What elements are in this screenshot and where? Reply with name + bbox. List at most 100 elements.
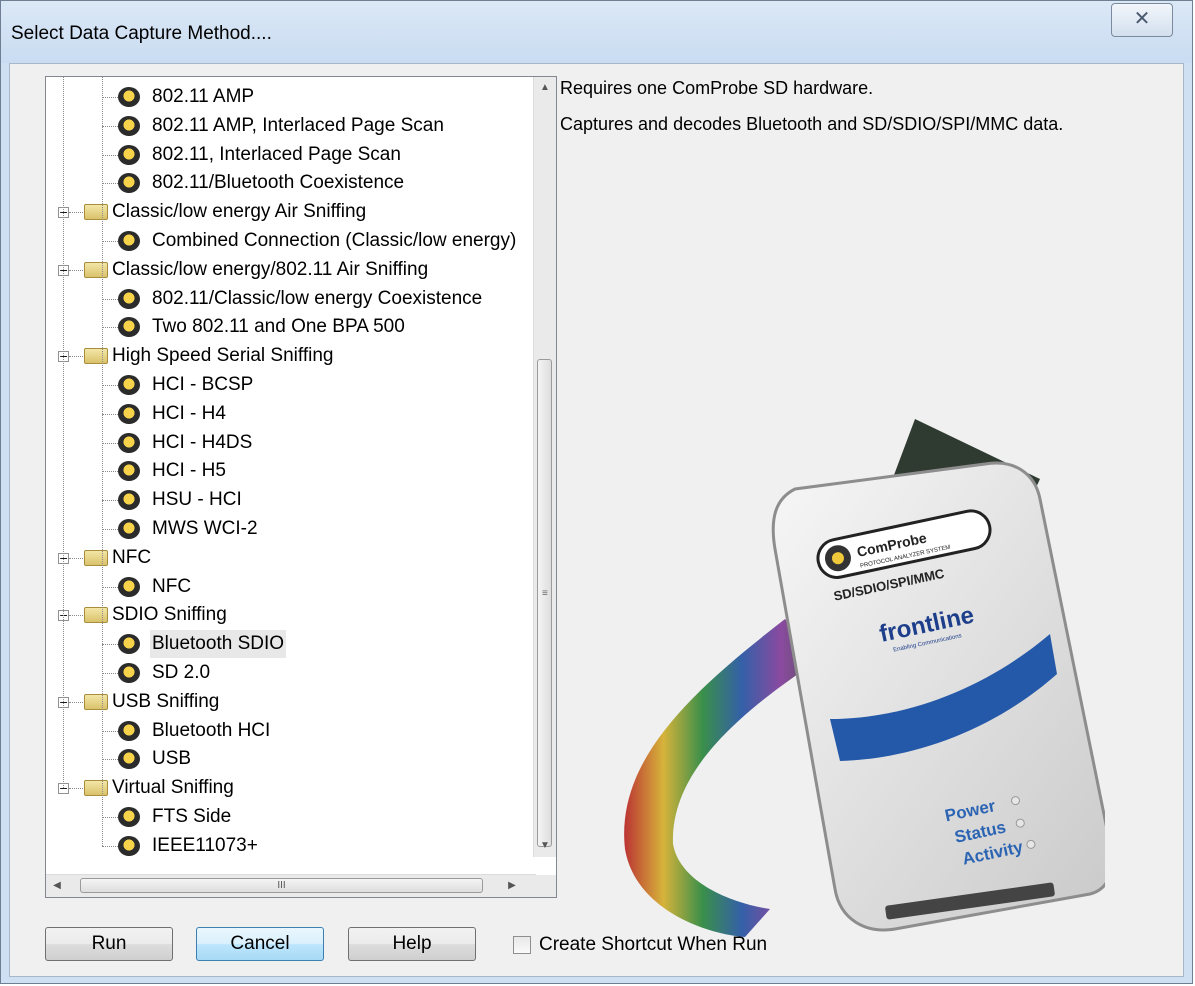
help-button[interactable]: Help bbox=[348, 927, 476, 961]
tree-list-item[interactable]: 802.11, Interlaced Page Scan bbox=[46, 141, 516, 169]
probe-node-icon bbox=[118, 288, 140, 309]
tree-folder-item[interactable]: − SDIO Sniffing bbox=[46, 601, 516, 629]
probe-node-icon bbox=[118, 807, 140, 827]
probe-node-icon bbox=[118, 173, 140, 194]
tree-connector bbox=[69, 788, 83, 790]
probe-node-icon bbox=[118, 634, 140, 655]
folder-icon bbox=[84, 780, 108, 797]
capture-method-tree[interactable]: 802.11 AMP 802.11 AMP, Interlaced Page Sc… bbox=[45, 76, 557, 898]
tree-item-label: NFC bbox=[112, 546, 152, 568]
probe-node-icon bbox=[118, 375, 140, 395]
close-icon: ✕ bbox=[1133, 8, 1151, 30]
tree-list-item[interactable]: HCI - H4 bbox=[46, 400, 516, 428]
tree-item-label: 802.11/Bluetooth Coexistence bbox=[152, 172, 405, 194]
tree-connector bbox=[69, 269, 83, 271]
tree-list-item[interactable]: HCI - H4DS bbox=[46, 429, 516, 457]
tree-connector bbox=[69, 615, 83, 617]
tree-connector bbox=[102, 327, 118, 329]
tree-connector bbox=[102, 97, 118, 98]
tree-connector bbox=[102, 298, 118, 300]
probe-node-icon bbox=[118, 317, 140, 338]
tree-list-item[interactable]: Combined Connection (Classic/low energy) bbox=[46, 227, 516, 255]
tree-list-item[interactable]: HSU - HCI bbox=[46, 486, 516, 514]
tree-folder-item[interactable]: − USB Sniffing bbox=[46, 688, 516, 716]
tree-list-item[interactable]: SD 2.0 bbox=[46, 659, 516, 687]
tree-connector bbox=[102, 442, 118, 444]
scroll-right-arrow-icon[interactable]: ▶ bbox=[501, 875, 523, 897]
scroll-down-arrow-icon[interactable]: ▼ bbox=[534, 835, 556, 857]
tree-list-item[interactable]: Two 802.11 and One BPA 500 bbox=[46, 313, 516, 341]
probe-node-icon bbox=[118, 720, 140, 741]
tree-item-label: Classic/low energy Air Sniffing bbox=[112, 201, 367, 223]
tree-folder-item[interactable]: − Classic/low energy/802.11 Air Sniffing bbox=[46, 256, 516, 284]
title-bar[interactable]: Select Data Capture Method.... ✕ bbox=[1, 1, 1192, 63]
capture-description-text: Captures and decodes Bluetooth and SD/SD… bbox=[560, 114, 1064, 134]
tree-connector bbox=[102, 673, 118, 674]
tree-connector bbox=[102, 77, 103, 846]
tree-item-label: 802.11 AMP, Interlaced Page Scan bbox=[152, 114, 444, 136]
probe-node-icon bbox=[118, 519, 140, 539]
tree-list-item[interactable]: IEEE11073+ bbox=[46, 832, 516, 860]
vertical-scrollbar[interactable]: ▲ ≡ ▼ bbox=[533, 77, 556, 857]
tree-connector bbox=[102, 730, 118, 732]
tree-item-label: 802.11/Classic/low energy Coexistence bbox=[152, 287, 483, 309]
folder-icon bbox=[84, 607, 108, 624]
tree-item-label: Combined Connection (Classic/low energy) bbox=[152, 230, 517, 251]
horizontal-scroll-thumb[interactable]: III bbox=[80, 878, 483, 893]
scroll-up-arrow-icon[interactable]: ▲ bbox=[534, 77, 556, 99]
tree-connector bbox=[63, 77, 64, 789]
tree-item-label: Bluetooth SDIO bbox=[150, 630, 287, 659]
probe-node-icon bbox=[118, 403, 140, 424]
create-shortcut-checkbox[interactable] bbox=[513, 936, 531, 954]
tree-connector bbox=[69, 212, 83, 214]
probe-node-icon bbox=[118, 663, 140, 683]
tree-folder-item[interactable]: − NFC bbox=[46, 544, 516, 572]
vertical-scroll-thumb[interactable]: ≡ bbox=[537, 359, 552, 847]
run-button[interactable]: Run bbox=[45, 927, 173, 961]
dialog-title: Select Data Capture Method.... bbox=[11, 23, 272, 44]
tree-item-label: High Speed Serial Sniffing bbox=[112, 345, 334, 367]
tree-list-item[interactable]: 802.11/Classic/low energy Coexistence bbox=[46, 285, 516, 313]
tree-list-item[interactable]: HCI - H5 bbox=[46, 457, 516, 485]
tree-connector bbox=[102, 241, 118, 242]
close-button[interactable]: ✕ bbox=[1111, 3, 1173, 37]
tree-item-label: USB Sniffing bbox=[112, 690, 220, 712]
folder-icon bbox=[84, 204, 108, 221]
horizontal-scrollbar[interactable]: ◀ III ▶ bbox=[46, 874, 536, 897]
tree-connector bbox=[102, 385, 118, 386]
tree-item-label: HCI - H5 bbox=[152, 460, 226, 482]
tree-item-label: HSU - HCI bbox=[152, 489, 242, 511]
tree-connector bbox=[102, 183, 118, 185]
tree-list-item[interactable]: HCI - BCSP bbox=[46, 371, 516, 399]
tree-folder-item[interactable]: − High Speed Serial Sniffing bbox=[46, 342, 516, 370]
tree-folder-item[interactable]: − Virtual Sniffing bbox=[46, 774, 516, 802]
tree-item-label: HCI - H4 bbox=[152, 402, 226, 424]
tree-list-item[interactable]: Bluetooth SDIO bbox=[46, 630, 516, 659]
tree-connector bbox=[102, 817, 118, 818]
dialog-client-area: 802.11 AMP 802.11 AMP, Interlaced Page Sc… bbox=[9, 63, 1184, 977]
comprobe-hardware-image: ComProbe PROTOCOL ANALYZER SYSTEM SD/SDI… bbox=[624, 419, 1105, 937]
tree-list-item[interactable]: NFC bbox=[46, 573, 516, 601]
tree-item-label: IEEE11073+ bbox=[152, 834, 258, 856]
scrollbar-corner bbox=[534, 875, 556, 897]
tree-folder-item[interactable]: − Classic/low energy Air Sniffing bbox=[46, 198, 516, 226]
grip-icon: ≡ bbox=[542, 588, 548, 599]
tree-list-item[interactable]: 802.11 AMP bbox=[46, 83, 516, 111]
tree-list-item[interactable]: FTS Side bbox=[46, 803, 516, 831]
cancel-button[interactable]: Cancel bbox=[196, 927, 324, 961]
tree-item-label: Classic/low energy/802.11 Air Sniffing bbox=[112, 258, 429, 280]
folder-icon bbox=[84, 348, 108, 365]
tree-list-item[interactable]: USB bbox=[46, 745, 516, 773]
tree-item-label: HCI - BCSP bbox=[152, 374, 254, 395]
probe-node-icon bbox=[118, 87, 140, 107]
probe-node-icon bbox=[118, 835, 140, 856]
tree-list-item[interactable]: 802.11 AMP, Interlaced Page Scan bbox=[46, 112, 516, 140]
tree-list-item[interactable]: 802.11/Bluetooth Coexistence bbox=[46, 169, 516, 197]
tree-list-item[interactable]: MWS WCI-2 bbox=[46, 515, 516, 543]
scroll-left-arrow-icon[interactable]: ◀ bbox=[46, 875, 68, 897]
probe-node-icon bbox=[118, 749, 140, 770]
probe-node-icon bbox=[118, 576, 140, 597]
probe-node-icon bbox=[118, 115, 140, 136]
probe-node-icon bbox=[118, 144, 140, 165]
tree-list-item[interactable]: Bluetooth HCI bbox=[46, 717, 516, 745]
